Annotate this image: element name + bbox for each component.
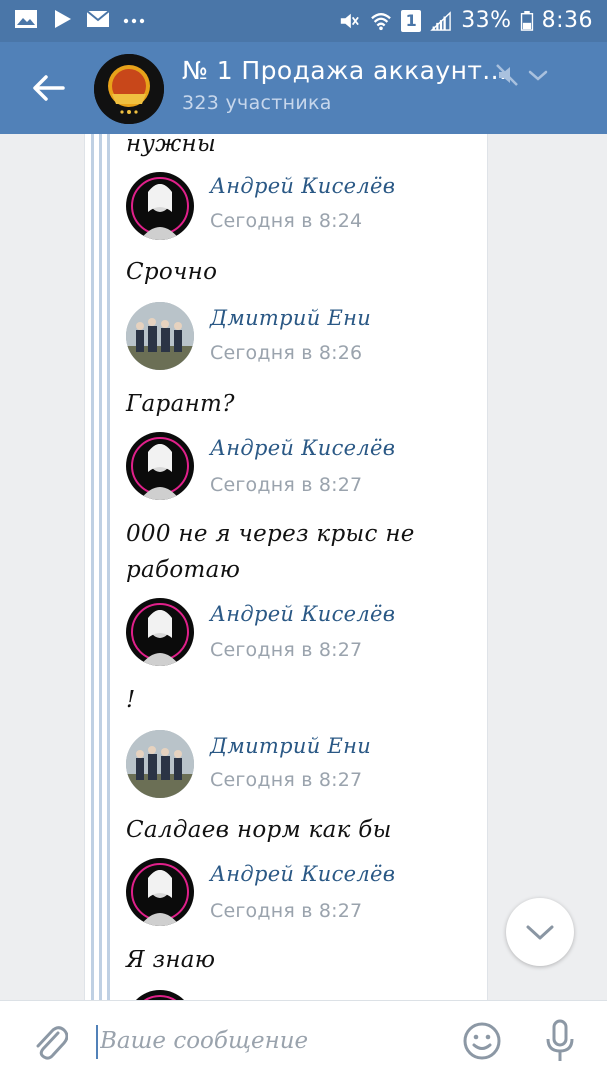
avatar[interactable]: [126, 432, 194, 500]
emoji-icon[interactable]: [462, 1021, 502, 1061]
composer: [0, 1000, 607, 1080]
gallery-icon: [15, 10, 37, 28]
user-avatar-andrey: [131, 177, 189, 240]
mail-icon: [86, 10, 110, 27]
user-avatar-andrey: [131, 603, 189, 666]
group-avatar[interactable]: [94, 54, 164, 124]
battery-icon: [520, 10, 533, 31]
message-text: нужны: [126, 134, 217, 157]
quote-line: [91, 134, 94, 1000]
author-name[interactable]: Андрей Киселёв: [210, 602, 395, 626]
message-time: Сегодня в 8:27: [210, 474, 363, 496]
sim-badge: 1: [401, 9, 422, 32]
text-caret: [96, 1025, 98, 1059]
quote-line: [99, 134, 102, 1000]
message-text: Салдаев норм как бы: [126, 817, 392, 843]
user-avatar-dmitry: [126, 302, 194, 370]
muted-bell-icon: [496, 64, 518, 86]
system-icons: 1 33% 8:36: [337, 8, 593, 33]
group-logo-icon: [94, 54, 164, 124]
avatar[interactable]: [126, 730, 194, 798]
avatar[interactable]: [126, 598, 194, 666]
message-time: Сегодня в 8:26: [210, 342, 363, 364]
quote-line: [107, 134, 110, 1000]
chat-header: № 1 Продажа аккаунт... 323 участника: [0, 42, 607, 134]
more-icon: [123, 18, 145, 24]
user-avatar-andrey: [131, 863, 189, 926]
microphone-icon[interactable]: [544, 1019, 576, 1063]
message-time: Сегодня в 8:27: [210, 769, 363, 791]
message-list[interactable]: нужны Андрей Киселёв Сегодня в 8:24 Сроч…: [0, 134, 607, 1000]
message-time: Сегодня в 8:27: [210, 900, 363, 922]
message-text: 000 не я через крыс не: [126, 521, 415, 547]
mute-icon: [341, 13, 360, 28]
author-name[interactable]: Андрей Киселёв: [210, 174, 395, 198]
battery-percent: 33%: [461, 8, 512, 33]
wifi-icon: [371, 12, 392, 30]
message-time: Сегодня в 8:24: [210, 210, 363, 232]
scroll-to-bottom-button[interactable]: [506, 898, 574, 966]
paperclip-icon[interactable]: [30, 1021, 68, 1061]
avatar[interactable]: [126, 172, 194, 240]
signal-icon: [430, 10, 451, 31]
chevron-down-icon[interactable]: [527, 64, 549, 86]
avatar[interactable]: [126, 302, 194, 370]
message-time: Сегодня в 8:27: [210, 639, 363, 661]
clock: 8:36: [541, 8, 593, 33]
status-bar: 1 33% 8:36: [0, 0, 607, 42]
author-name[interactable]: Дмитрий Ени: [210, 306, 371, 330]
message-text: работаю: [126, 557, 241, 583]
author-name[interactable]: Дмитрий Ени: [210, 734, 371, 758]
notification-icons: [14, 9, 146, 29]
message-text: Срочно: [126, 259, 218, 285]
member-count: 323 участника: [182, 92, 332, 114]
message-input[interactable]: [100, 1019, 440, 1063]
message-text: Гарант?: [126, 391, 235, 417]
avatar[interactable]: [126, 858, 194, 926]
chevron-down-icon: [526, 925, 554, 940]
back-arrow-icon[interactable]: [30, 70, 66, 106]
message-text: !: [126, 687, 136, 713]
message-text: Я знаю: [126, 947, 216, 973]
chat-title[interactable]: № 1 Продажа аккаунт...: [182, 56, 507, 85]
author-name[interactable]: Андрей Киселёв: [210, 862, 395, 886]
author-name[interactable]: Андрей Киселёв: [210, 436, 395, 460]
play-store-icon: [55, 10, 71, 28]
user-avatar-dmitry: [126, 730, 194, 798]
user-avatar-andrey: [131, 437, 189, 500]
